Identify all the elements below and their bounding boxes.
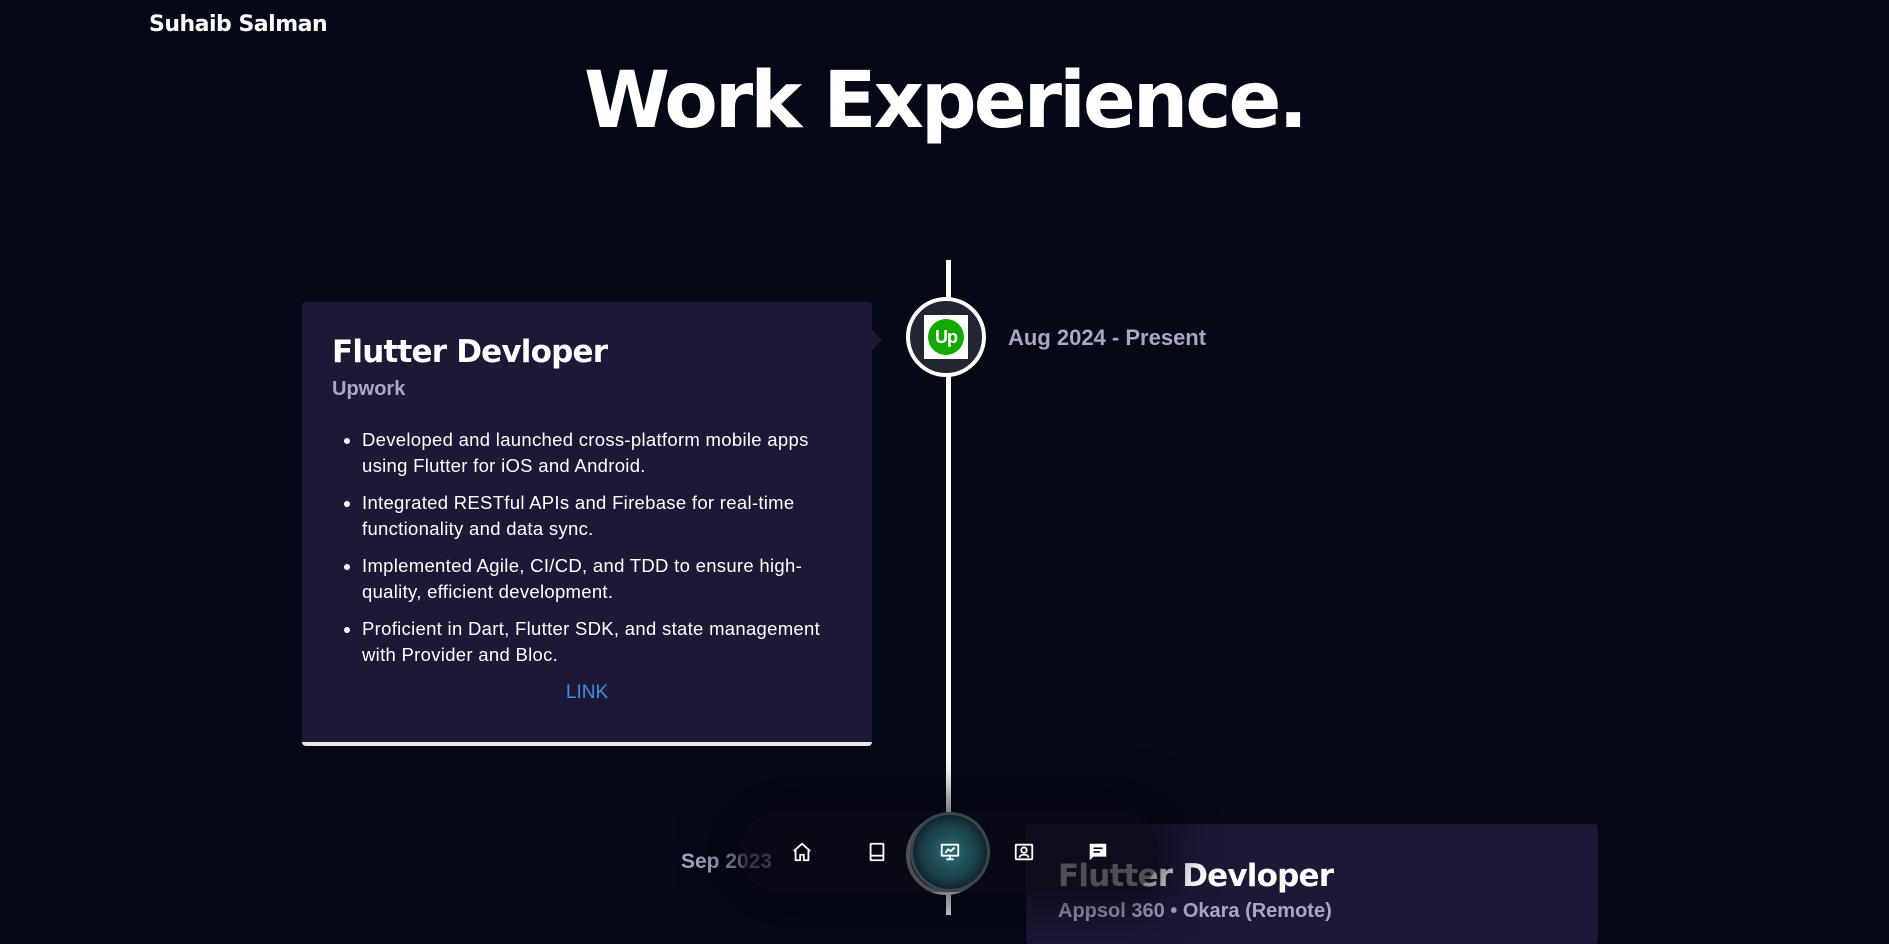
experience-points: Developed and launched cross-platform mo… [332, 427, 842, 668]
home-icon[interactable] [788, 838, 816, 866]
experience-link[interactable]: LINK [332, 682, 842, 704]
experience-card: Flutter Devloper Upwork Developed and la… [302, 302, 882, 746]
book-icon[interactable] [863, 838, 891, 866]
brand-name[interactable]: Suhaib Salman [149, 12, 328, 37]
experience-date: Aug 2024 - Present [1008, 325, 1207, 350]
dock-nav [740, 812, 1160, 892]
page-title: Work Experience. [583, 56, 1308, 146]
company-name: Appsol 360 • Okara (Remote) [1058, 900, 1332, 922]
experience-point: Integrated RESTful APIs and Firebase for… [362, 490, 842, 542]
presentation-chart-icon[interactable] [936, 838, 964, 866]
upwork-logo: Up [924, 315, 968, 359]
experience-point: Developed and launched cross-platform mo… [362, 427, 842, 479]
timeline-icon: Up [906, 297, 986, 377]
job-title: Flutter Devloper [332, 334, 608, 370]
experience-point: Proficient in Dart, Flutter SDK, and sta… [362, 616, 842, 668]
chat-icon[interactable] [1084, 838, 1112, 866]
company-name: Upwork [332, 378, 406, 400]
contact-card-icon[interactable] [1010, 838, 1038, 866]
experience-point: Implemented Agile, CI/CD, and TDD to ens… [362, 553, 842, 605]
upwork-logo-badge: Up [928, 319, 964, 355]
